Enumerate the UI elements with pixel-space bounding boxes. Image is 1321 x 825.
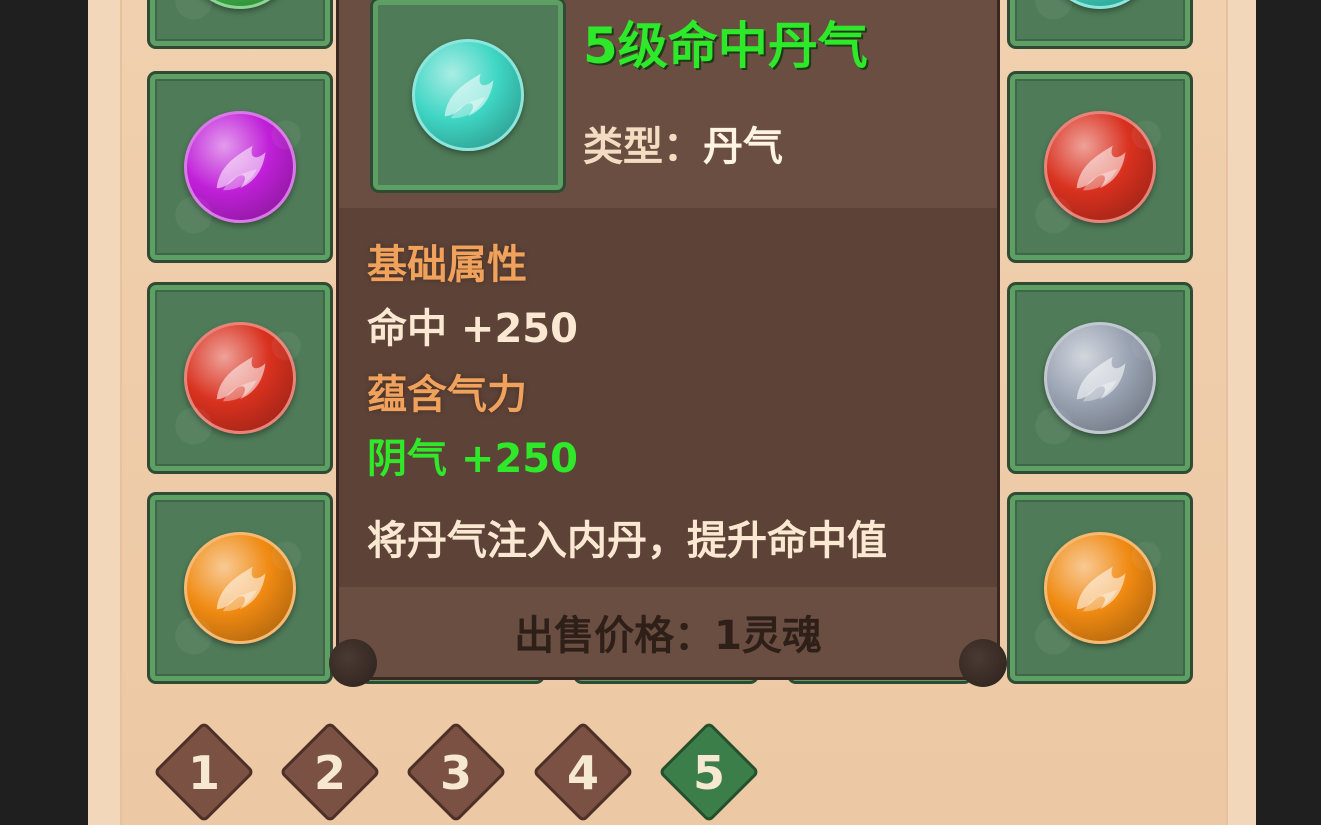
item-slot-left-3[interactable] bbox=[150, 285, 330, 471]
item-tooltip: 5级命中丹气 类型：丹气 基础属性 命中 +250 蕴含气力 阴气 +250 将… bbox=[329, 0, 1007, 687]
sell-price: 出售价格：1灵魂 bbox=[514, 613, 822, 659]
energy-heading: 蕴含气力 bbox=[367, 372, 527, 418]
item-slot-right-1[interactable] bbox=[1010, 0, 1190, 46]
tooltip-corner-ornament bbox=[329, 639, 377, 687]
energy-line: 阴气 +250 bbox=[367, 436, 578, 482]
page-number-3: 3 bbox=[439, 746, 472, 800]
orange-orb-icon bbox=[1044, 532, 1156, 644]
item-slot-right-3[interactable] bbox=[1010, 285, 1190, 471]
page-number-4: 4 bbox=[566, 746, 599, 800]
item-slot-left-1[interactable] bbox=[150, 0, 330, 46]
item-type-label: 类型： bbox=[583, 124, 703, 170]
base-attr-heading: 基础属性 bbox=[367, 242, 527, 288]
item-slot-left-4[interactable] bbox=[150, 495, 330, 681]
hit-dan-qi-orb-icon bbox=[412, 39, 524, 151]
red-orb-icon bbox=[1044, 111, 1156, 223]
purple-orb-icon bbox=[184, 111, 296, 223]
cyan-orb-icon bbox=[1044, 0, 1156, 9]
item-description: 将丹气注入内丹，提升命中值 bbox=[367, 518, 887, 564]
green-orb-icon bbox=[184, 0, 296, 9]
tooltip-footer: 出售价格：1灵魂 bbox=[339, 587, 997, 677]
item-slot-right-4[interactable] bbox=[1010, 495, 1190, 681]
item-slot-left-2[interactable] bbox=[150, 74, 330, 260]
orange-orb-icon bbox=[184, 532, 296, 644]
silver-orb-icon bbox=[1044, 322, 1156, 434]
page-number-2: 2 bbox=[313, 746, 346, 800]
page-number-5: 5 bbox=[692, 746, 725, 800]
tooltip-item-icon-frame bbox=[373, 0, 563, 190]
item-title: 5级命中丹气 bbox=[583, 17, 868, 75]
tooltip-corner-ornament bbox=[959, 639, 1007, 687]
item-type: 类型：丹气 bbox=[583, 114, 783, 172]
item-slot-right-2[interactable] bbox=[1010, 74, 1190, 260]
base-attr-line: 命中 +250 bbox=[367, 306, 578, 352]
item-type-value: 丹气 bbox=[703, 124, 783, 170]
red-orb-icon bbox=[184, 322, 296, 434]
page-number-1: 1 bbox=[187, 746, 220, 800]
